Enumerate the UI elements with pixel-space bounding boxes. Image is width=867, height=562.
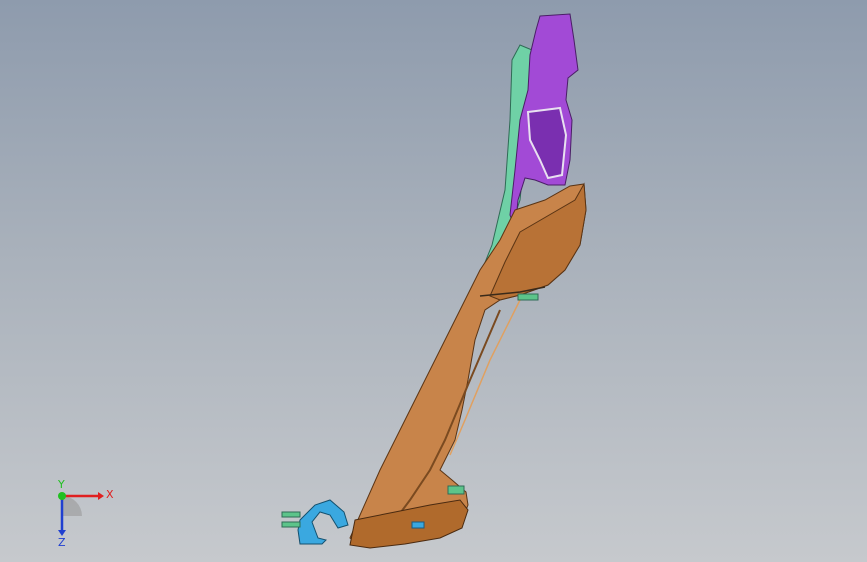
blue-bracket-green-tab-2: [281, 521, 301, 528]
x-axis-label: X: [106, 488, 114, 501]
coordinate-triad: X Y Z: [57, 478, 114, 548]
foot-green-clip: [447, 485, 465, 495]
blue-bracket-green-tab: [281, 511, 301, 518]
3d-model-view[interactable]: [0, 0, 867, 562]
x-axis-arrow: [98, 492, 104, 500]
y-axis-dot: [58, 492, 66, 500]
z-axis-label: Z: [58, 536, 66, 548]
triad-shadow: [62, 496, 82, 516]
y-axis-label: Y: [57, 478, 65, 491]
upper-green-clip: [517, 293, 539, 301]
lower-blue-bracket[interactable]: [297, 499, 349, 545]
graphics-viewport[interactable]: X Y Z: [0, 0, 867, 562]
foot-blue-clip: [411, 521, 425, 529]
